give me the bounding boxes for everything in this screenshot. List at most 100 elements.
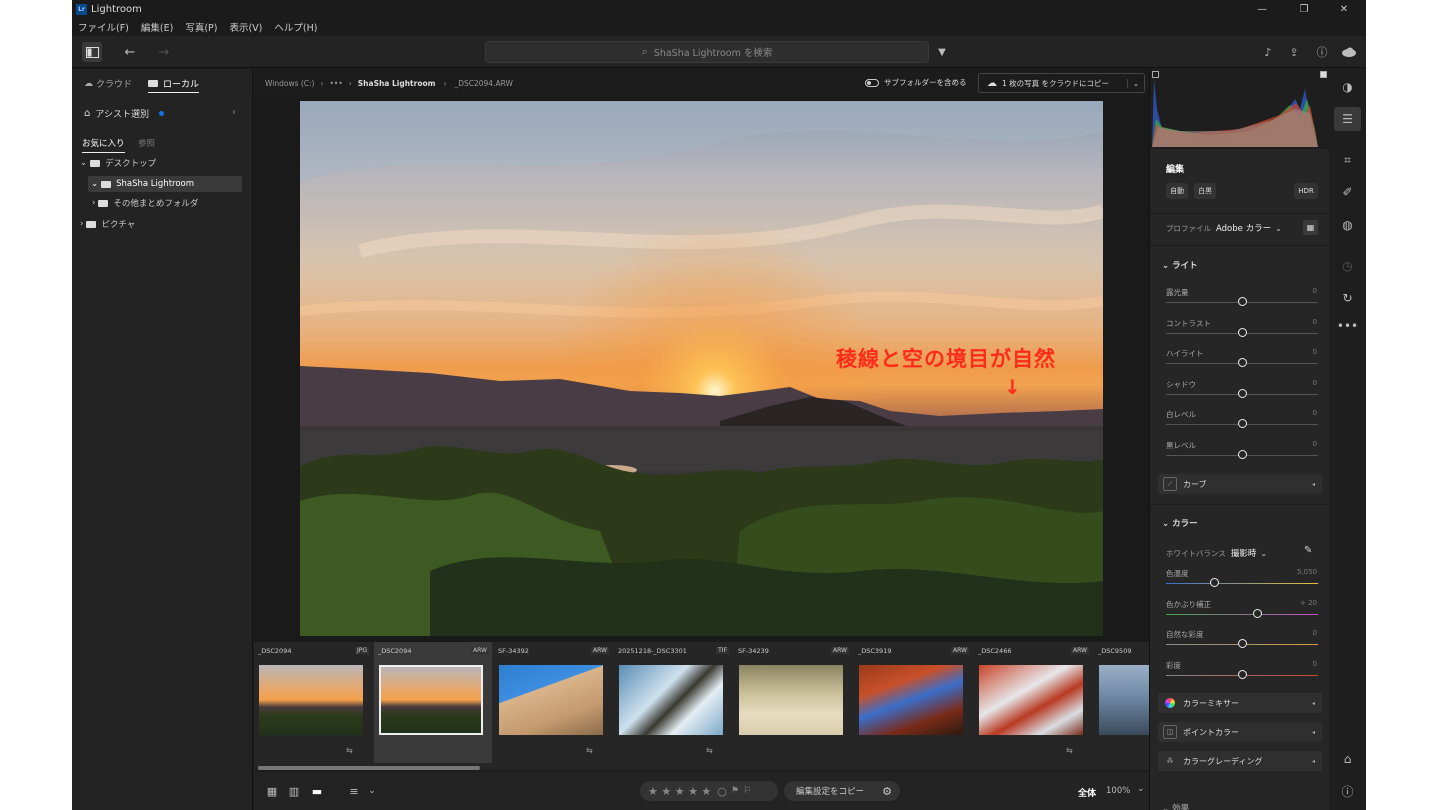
forward-arrow-icon[interactable]: → bbox=[154, 42, 174, 62]
copy-settings-button[interactable]: 編集設定をコピー ⚙ bbox=[784, 781, 900, 801]
slider-knob[interactable] bbox=[1237, 449, 1247, 459]
hdr-button[interactable]: HDR bbox=[1294, 183, 1318, 199]
slider-value[interactable]: + 20 bbox=[1300, 599, 1317, 607]
reject-flag-icon[interactable]: ○ bbox=[717, 785, 727, 798]
info-icon[interactable]: ⓘ bbox=[1329, 779, 1366, 803]
slider-value[interactable]: 0 bbox=[1313, 348, 1317, 356]
white-balance-select[interactable]: ホワイトバランス 撮影時 ⌄ bbox=[1166, 547, 1267, 560]
slider-knob[interactable] bbox=[1237, 388, 1247, 398]
curve-row[interactable]: ⟋ カーブ ◂ bbox=[1158, 474, 1322, 494]
square-grid-icon[interactable]: ▥ bbox=[286, 783, 302, 799]
panel-toggle-icon[interactable] bbox=[82, 42, 102, 62]
tree-item-pictures[interactable]: › ピクチャ bbox=[80, 216, 135, 232]
effects-section-header[interactable]: ⌄ 効果 bbox=[1162, 802, 1189, 810]
slider-knob[interactable] bbox=[1237, 358, 1247, 367]
versions-icon[interactable]: ↻ bbox=[1329, 286, 1366, 310]
copy-to-cloud-button[interactable]: ☁ 1 枚の写真 をクラウドにコピー ⌄ bbox=[978, 73, 1145, 93]
slider-value[interactable]: 0 bbox=[1313, 379, 1317, 387]
slider-knob[interactable] bbox=[1237, 639, 1247, 648]
back-arrow-icon[interactable]: ← bbox=[120, 42, 140, 62]
slider-knob[interactable] bbox=[1237, 297, 1247, 306]
bw-button[interactable]: 白黒 bbox=[1194, 183, 1216, 199]
slider-value[interactable]: 0 bbox=[1313, 318, 1317, 326]
filmstrip-thumb[interactable]: _DSC9509 bbox=[1094, 642, 1149, 763]
crumb-drive[interactable]: Windows (C:) bbox=[265, 79, 314, 88]
menu-photo[interactable]: 写真(P) bbox=[185, 20, 217, 34]
slider-value[interactable]: 0 bbox=[1313, 440, 1317, 448]
auto-button[interactable]: 自動 bbox=[1166, 183, 1188, 199]
filmstrip-thumb[interactable]: SF-34239 ARW bbox=[734, 642, 852, 763]
highlight-clip-icon[interactable] bbox=[1320, 71, 1327, 78]
point-color-row[interactable]: ◫ ポイントカラー ◂ bbox=[1158, 722, 1322, 742]
subtab-browse[interactable]: 参照 bbox=[138, 137, 155, 149]
color-grading-row[interactable]: ⁂ カラーグレーディング ◂ bbox=[1158, 751, 1322, 771]
crumb-folder[interactable]: ShaSha Lightroom bbox=[358, 79, 436, 88]
crumb-more[interactable]: ••• bbox=[329, 79, 342, 88]
menu-edit[interactable]: 編集(E) bbox=[141, 20, 173, 34]
grid-view-icon[interactable]: ▦ bbox=[264, 783, 280, 799]
slider-knob[interactable] bbox=[1237, 669, 1247, 679]
fit-label[interactable]: 全体 bbox=[1078, 786, 1096, 799]
bell-icon[interactable]: ♪ bbox=[1258, 42, 1278, 62]
zoom-level[interactable]: 100% bbox=[1106, 786, 1130, 796]
masking-icon[interactable]: ◍ bbox=[1329, 213, 1366, 237]
filmstrip-thumb-selected[interactable]: _DSC2094 ARW bbox=[374, 642, 492, 763]
shadow-clip-icon[interactable] bbox=[1152, 71, 1159, 78]
color-section-header[interactable]: ⌄ カラー bbox=[1162, 517, 1198, 529]
tab-cloud[interactable]: ☁ クラウド bbox=[84, 77, 132, 91]
tab-local[interactable]: ローカル bbox=[148, 77, 200, 93]
eyedropper-icon[interactable]: ✎ bbox=[1304, 545, 1312, 556]
star-rating[interactable]: ★ ★ ★ ★ ★ bbox=[648, 785, 711, 798]
filmstrip-thumb[interactable]: _DSC2094 JPG ⇆ bbox=[254, 642, 372, 763]
filmstrip-thumb[interactable]: SF-34392 ARW ⇆ bbox=[494, 642, 612, 763]
subfolder-toggle[interactable]: サブフォルダーを含める bbox=[865, 77, 967, 88]
menu-view[interactable]: 表示(V) bbox=[229, 20, 262, 34]
main-photo[interactable]: 稜線と空の境目が自然 ↓ bbox=[300, 101, 1103, 636]
filmstrip-thumb[interactable]: _DSC2466 ARW ⇆ bbox=[974, 642, 1092, 763]
slider-knob[interactable] bbox=[1252, 608, 1262, 618]
slider-knob[interactable] bbox=[1237, 419, 1247, 428]
subtab-favorites[interactable]: お気に入り bbox=[82, 137, 125, 153]
slider-value[interactable]: 0 bbox=[1313, 409, 1317, 417]
history-icon[interactable]: ◷ bbox=[1329, 254, 1366, 278]
crop-icon[interactable]: ⌗ bbox=[1329, 148, 1366, 172]
menu-help[interactable]: ヘルプ(H) bbox=[274, 20, 317, 34]
flag-icon[interactable]: ⚑ bbox=[731, 786, 739, 796]
rating-control[interactable]: ★ ★ ★ ★ ★ ○ ⚑ ⚐ bbox=[640, 781, 778, 801]
color-mixer-row[interactable]: カラーミキサー ◂ bbox=[1158, 693, 1322, 713]
collapse-chevron-icon[interactable]: ‹ bbox=[232, 107, 236, 118]
healing-icon[interactable]: ✐ bbox=[1329, 180, 1366, 204]
more-options-icon[interactable]: ••• bbox=[1329, 314, 1366, 338]
edit-sliders-icon[interactable]: ☰ bbox=[1334, 107, 1361, 131]
tag-icon[interactable]: ⌂ bbox=[1329, 747, 1366, 771]
slider-track[interactable] bbox=[1166, 613, 1318, 615]
light-section-header[interactable]: ⌄ ライト bbox=[1162, 259, 1198, 271]
chevron-down-icon[interactable]: ⌄ bbox=[366, 783, 378, 799]
tree-item-shasha-lightroom[interactable]: ⌄ ShaSha Lightroom bbox=[88, 176, 242, 192]
minimize-button[interactable]: — bbox=[1242, 0, 1282, 18]
filmstrip-scrollbar[interactable] bbox=[258, 766, 480, 770]
share-icon[interactable]: ⇪ bbox=[1284, 42, 1304, 62]
assist-select[interactable]: ⌂ アシスト選別 bbox=[84, 107, 164, 120]
search-input[interactable]: ⌕ ShaSha Lightroom を検索 bbox=[485, 41, 929, 63]
filmstrip-thumb[interactable]: 20251218-_DSC3301 TIF ⇆ bbox=[614, 642, 732, 763]
filter-icon[interactable]: ▼ bbox=[934, 42, 950, 62]
help-icon[interactable]: ⓘ bbox=[1312, 42, 1332, 62]
slider-value[interactable]: 0 bbox=[1313, 287, 1317, 295]
profile-browser-icon[interactable]: ▦ bbox=[1303, 220, 1318, 235]
tree-item-desktop[interactable]: ⌄ デスクトップ bbox=[80, 155, 156, 171]
close-button[interactable]: ✕ bbox=[1324, 0, 1364, 18]
unflag-icon[interactable]: ⚐ bbox=[743, 786, 751, 796]
zoom-chevron-icon[interactable]: ⌄ bbox=[1137, 784, 1145, 794]
cloud-icon[interactable] bbox=[1338, 42, 1360, 62]
maximize-button[interactable]: ❐ bbox=[1284, 0, 1324, 18]
tree-item-other-folder[interactable]: › その他まとめフォルダ bbox=[92, 195, 198, 211]
sort-icon[interactable]: ≡ bbox=[346, 783, 362, 799]
detail-view-icon[interactable]: ▬ bbox=[309, 783, 325, 799]
slider-value[interactable]: 0 bbox=[1313, 660, 1317, 668]
profile-select[interactable]: プロファイル Adobe カラー ⌄ bbox=[1166, 222, 1282, 235]
slider-knob[interactable] bbox=[1237, 327, 1247, 337]
slider-value[interactable]: 0 bbox=[1313, 629, 1317, 637]
menu-file[interactable]: ファイル(F) bbox=[78, 20, 129, 34]
slider-knob[interactable] bbox=[1210, 578, 1220, 587]
